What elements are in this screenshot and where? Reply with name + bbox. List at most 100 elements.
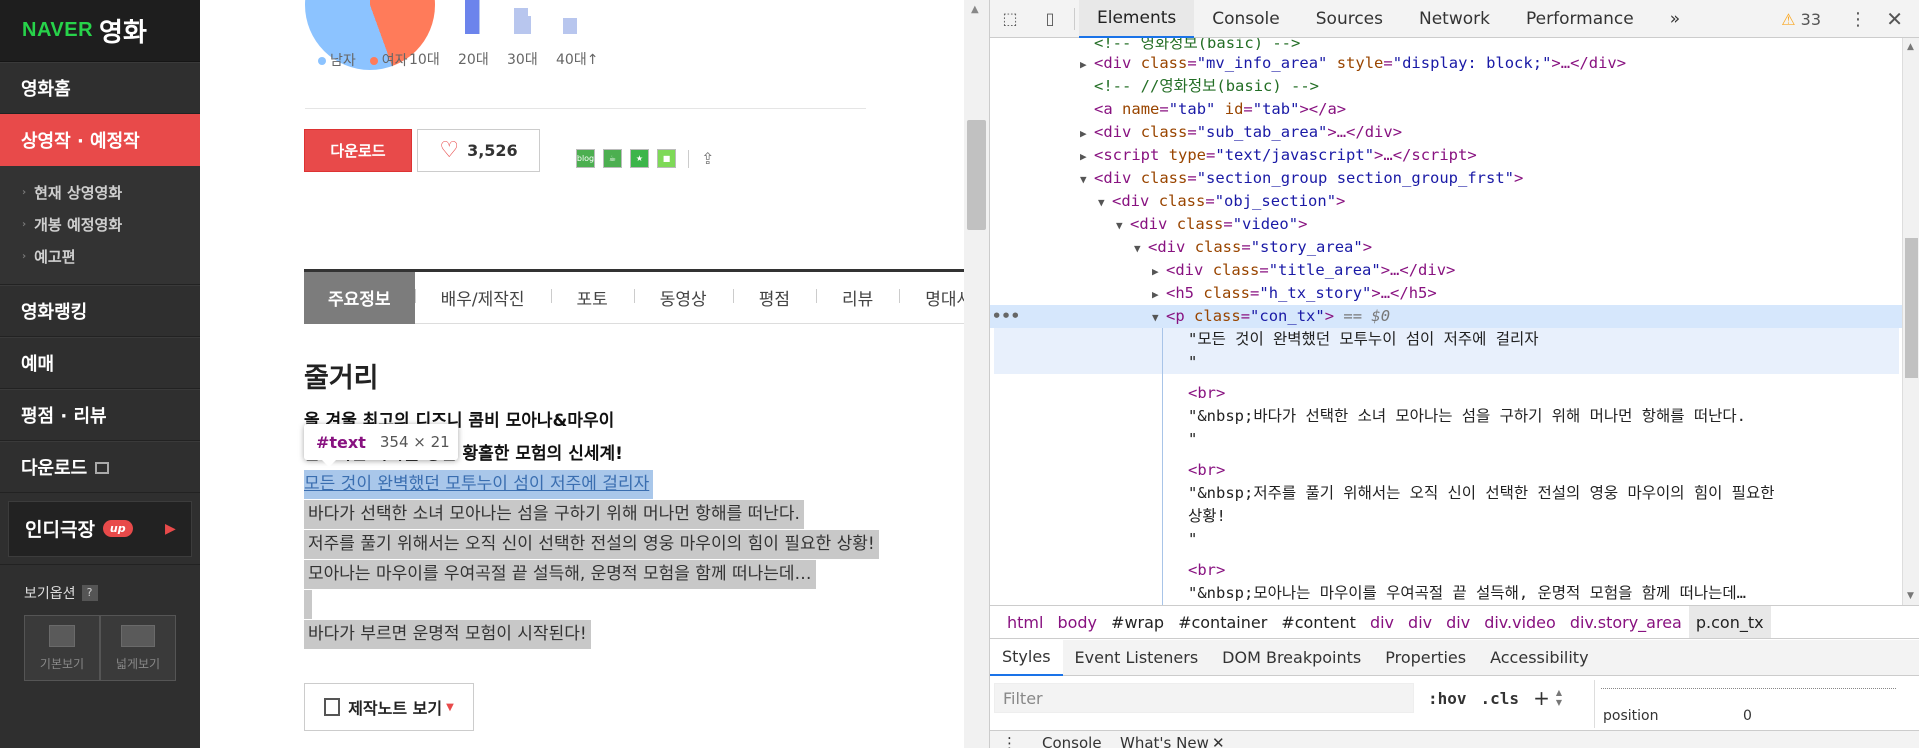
drawer-tab-whatsnew[interactable]: What's New	[1120, 734, 1209, 748]
tab-performance[interactable]: Performance	[1508, 0, 1652, 38]
tab-accessibility[interactable]: Accessibility	[1478, 640, 1600, 676]
breadcrumb-item[interactable]: body	[1050, 606, 1104, 638]
cafe-share-icon[interactable]: ☕	[603, 149, 622, 168]
collapse-arrow-icon[interactable]: ▼	[1098, 191, 1112, 214]
expand-arrow-icon[interactable]: ▶	[1152, 260, 1166, 283]
drawer-menu-icon[interactable]: ⋮	[1002, 734, 1017, 748]
tab-video[interactable]: 동영상	[633, 285, 733, 310]
share-icon[interactable]: ⇪	[701, 149, 714, 168]
styles-filter-input[interactable]: Filter	[994, 683, 1414, 713]
more-tabs-button[interactable]: »	[1652, 0, 1698, 38]
collapse-arrow-icon[interactable]: ▼	[1080, 168, 1094, 191]
drawer-tab-close-icon[interactable]: ✕	[1212, 734, 1225, 748]
drawer-tab-console[interactable]: Console	[1042, 734, 1102, 748]
dom-br[interactable]: <br>	[990, 459, 1902, 482]
device-toggle-icon[interactable]: ▯	[1030, 0, 1070, 38]
dom-node[interactable]: ▶ <div class="mv_info_area" style="displa…	[990, 52, 1902, 75]
dom-node[interactable]: ▶ <div class="title_area">…</div>	[990, 259, 1902, 282]
more-actions-icon[interactable]: •••	[992, 305, 1020, 328]
box-model-value[interactable]: 0	[1743, 708, 1752, 724]
collapse-arrow-icon[interactable]: ▼	[1134, 237, 1148, 260]
inspect-element-icon[interactable]: ⬚	[990, 0, 1030, 38]
sidebar-item-now-showing[interactable]: 상영작 · 예정작	[0, 114, 200, 166]
tab-console[interactable]: Console	[1194, 0, 1298, 38]
tab-sources[interactable]: Sources	[1298, 0, 1401, 38]
breadcrumb-item-current[interactable]: p.con_tx	[1688, 606, 1771, 638]
tab-elements[interactable]: Elements	[1079, 0, 1195, 38]
new-rule-button[interactable]: +	[1533, 686, 1550, 710]
dom-node-selected[interactable]: ••• ▼ <p class="con_tx"> == $0	[990, 305, 1902, 328]
tab-properties[interactable]: Properties	[1373, 640, 1478, 676]
expand-arrow-icon[interactable]: ▶	[1080, 145, 1094, 168]
tab-photo[interactable]: 포토	[550, 285, 634, 310]
page-scrollbar[interactable]: ▲	[964, 0, 989, 748]
sidebar-item-reviews[interactable]: 평점 · 리뷰	[0, 389, 200, 441]
collapse-arrow-icon[interactable]: ▼	[1152, 306, 1166, 329]
expand-arrow-icon[interactable]: ▶	[1080, 53, 1094, 76]
memo-share-icon[interactable]: ■	[657, 149, 676, 168]
class-toggle-button[interactable]: .cls	[1481, 689, 1520, 708]
spinner-arrows-icon[interactable]: ▲ ▼	[1556, 688, 1562, 708]
dom-node[interactable]: ▼ <div class="section_group section_group…	[990, 167, 1902, 190]
tab-quotes[interactable]: 명대사	[899, 285, 964, 310]
dom-text-node[interactable]: "&nbsp;모아나는 마우이를 우여곡절 끝 설득해, 운명적 모험을 함께 …	[990, 582, 1902, 605]
blog-share-icon[interactable]: blog	[576, 149, 595, 168]
breadcrumb-item[interactable]: div	[1401, 606, 1439, 638]
breadcrumb-item[interactable]: div.video	[1477, 606, 1563, 638]
sidebar-item-movie-home[interactable]: 영화홈	[0, 62, 200, 114]
bookmark-star-icon[interactable]: ★	[630, 149, 649, 168]
dom-node[interactable]: ▼ <div class="story_area">	[990, 236, 1902, 259]
dom-text-node[interactable]: "&nbsp;저주를 풀기 위해서는 오직 신이 선택한 전설의 영웅 마우이의…	[990, 482, 1902, 505]
breadcrumb-item[interactable]: #content	[1274, 606, 1363, 638]
breadcrumb-item[interactable]: div	[1363, 606, 1401, 638]
tab-rating[interactable]: 평점	[732, 285, 816, 310]
tab-dom-breakpoints[interactable]: DOM Breakpoints	[1210, 640, 1373, 676]
like-button[interactable]: ♡ 3,526	[417, 129, 540, 172]
sidebar-subitem-trailers[interactable]: › 예고편	[22, 240, 200, 272]
production-notes-button[interactable]: 제작노트 보기 ▼	[304, 683, 474, 731]
sidebar-item-download[interactable]: 다운로드	[0, 441, 200, 493]
view-basic-button[interactable]: 기본보기	[24, 615, 100, 681]
dom-scroll-thumb[interactable]	[1905, 238, 1918, 378]
tab-review[interactable]: 리뷰	[815, 285, 899, 310]
tab-cast[interactable]: 배우/제작진	[414, 285, 551, 310]
help-icon[interactable]: ?	[81, 585, 98, 601]
dom-node[interactable]: <a name="tab" id="tab"></a>	[990, 98, 1902, 121]
tab-styles[interactable]: Styles	[990, 639, 1063, 676]
breadcrumb-item[interactable]: div.story_area	[1563, 606, 1689, 638]
dom-node[interactable]: ▼ <div class="video">	[990, 213, 1902, 236]
tab-event-listeners[interactable]: Event Listeners	[1063, 640, 1211, 676]
breadcrumb-item[interactable]: div	[1439, 606, 1477, 638]
close-icon[interactable]: ✕	[1886, 0, 1903, 38]
dom-text-node[interactable]: "&nbsp;바다가 선택한 소녀 모아나는 섬을 구하기 위해 머나먼 항해를…	[990, 405, 1902, 428]
expand-arrow-icon[interactable]: ▶	[1152, 283, 1166, 306]
collapse-arrow-icon[interactable]: ▼	[1116, 214, 1130, 237]
dom-node[interactable]: ▶ <h5 class="h_tx_story">…</h5>	[990, 282, 1902, 305]
scroll-up-icon[interactable]: ▲	[1907, 42, 1914, 52]
page-scroll-thumb[interactable]	[967, 120, 986, 230]
dom-br[interactable]: <br>	[990, 382, 1902, 405]
scroll-down-icon[interactable]: ▼	[1907, 591, 1914, 601]
breadcrumb-item[interactable]: #container	[1171, 606, 1274, 638]
tab-main-info[interactable]: 주요정보	[304, 271, 415, 324]
scroll-up-icon[interactable]: ▲	[971, 4, 979, 15]
hover-state-button[interactable]: :hov	[1428, 689, 1467, 708]
expand-arrow-icon[interactable]: ▶	[1080, 122, 1094, 145]
sidebar-subitem-current[interactable]: › 현재 상영영화	[22, 176, 200, 208]
view-wide-button[interactable]: 넓게보기	[100, 615, 176, 681]
dom-node[interactable]: ▶ <div class="sub_tab_area">…</div>	[990, 121, 1902, 144]
sidebar-item-ranking[interactable]: 영화랭킹	[0, 285, 200, 337]
dom-node[interactable]: ▼ <div class="obj_section">	[990, 190, 1902, 213]
dom-node[interactable]: ▶ <script type="text/javascript">…</scrip…	[990, 144, 1902, 167]
warning-counter[interactable]: ⚠ 33	[1781, 0, 1821, 38]
download-button[interactable]: 다운로드	[304, 129, 412, 172]
sidebar-subitem-upcoming[interactable]: › 개봉 예정영화	[22, 208, 200, 240]
dom-text-node[interactable]: "모든 것이 완벽했던 모투누이 섬이 저주에 걸리자	[990, 328, 1902, 351]
dom-comment[interactable]: <!-- //영화정보(basic) -->	[990, 75, 1902, 98]
dom-tree-scrollbar[interactable]: ▲ ▼	[1902, 38, 1919, 605]
tab-network[interactable]: Network	[1401, 0, 1508, 38]
sidebar-item-booking[interactable]: 예매	[0, 337, 200, 389]
breadcrumb-item[interactable]: html	[1000, 606, 1050, 638]
indie-theater-button[interactable]: 인디극장 up ▶	[8, 500, 192, 557]
dom-br[interactable]: <br>	[990, 559, 1902, 582]
